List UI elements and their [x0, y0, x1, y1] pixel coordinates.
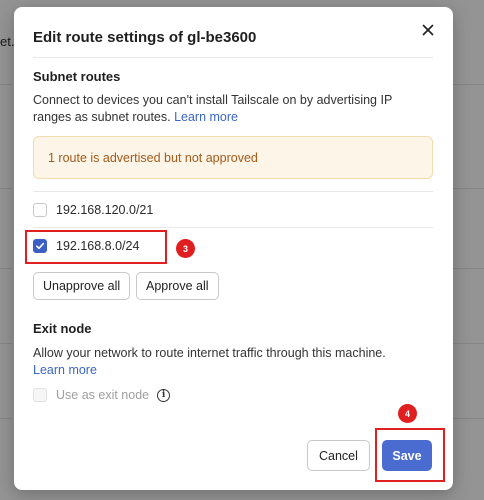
subnet-learn-more-link[interactable]: Learn more — [174, 110, 238, 124]
route-label: 192.168.120.0/21 — [56, 203, 154, 217]
use-as-exit-node-label: Use as exit node — [56, 388, 150, 402]
annotation-box-save — [375, 428, 445, 482]
exit-node-description-text: Allow your network to route internet tra… — [33, 346, 386, 360]
exit-node-heading: Exit node — [33, 321, 92, 336]
annotation-box-route — [25, 230, 167, 264]
route-checkbox[interactable] — [33, 203, 47, 217]
subnet-routes-description: Connect to devices you can't install Tai… — [33, 92, 428, 126]
approve-all-button[interactable]: Approve all — [136, 272, 219, 300]
cancel-button[interactable]: Cancel — [307, 440, 370, 471]
use-as-exit-node-checkbox[interactable] — [33, 388, 47, 402]
close-button[interactable] — [417, 19, 439, 41]
route-row[interactable]: 192.168.120.0/21 — [33, 192, 433, 228]
unapproved-route-alert: 1 route is advertised but not approved — [33, 136, 433, 179]
exit-node-description: Allow your network to route internet tra… — [33, 345, 428, 379]
info-icon[interactable]: i — [157, 388, 171, 402]
close-icon — [422, 24, 434, 36]
header-divider — [33, 57, 433, 58]
exit-node-learn-more-link[interactable]: Learn more — [33, 363, 97, 377]
annotation-badge: 4 — [398, 404, 417, 423]
exit-node-option: Use as exit node i — [33, 388, 171, 402]
alert-text: 1 route is advertised but not approved — [48, 151, 258, 165]
subnet-routes-heading: Subnet routes — [33, 69, 121, 84]
dialog-title: Edit route settings of gl-be3600 — [33, 29, 257, 46]
annotation-badge: 3 — [176, 239, 195, 258]
unapprove-all-button[interactable]: Unapprove all — [33, 272, 131, 300]
